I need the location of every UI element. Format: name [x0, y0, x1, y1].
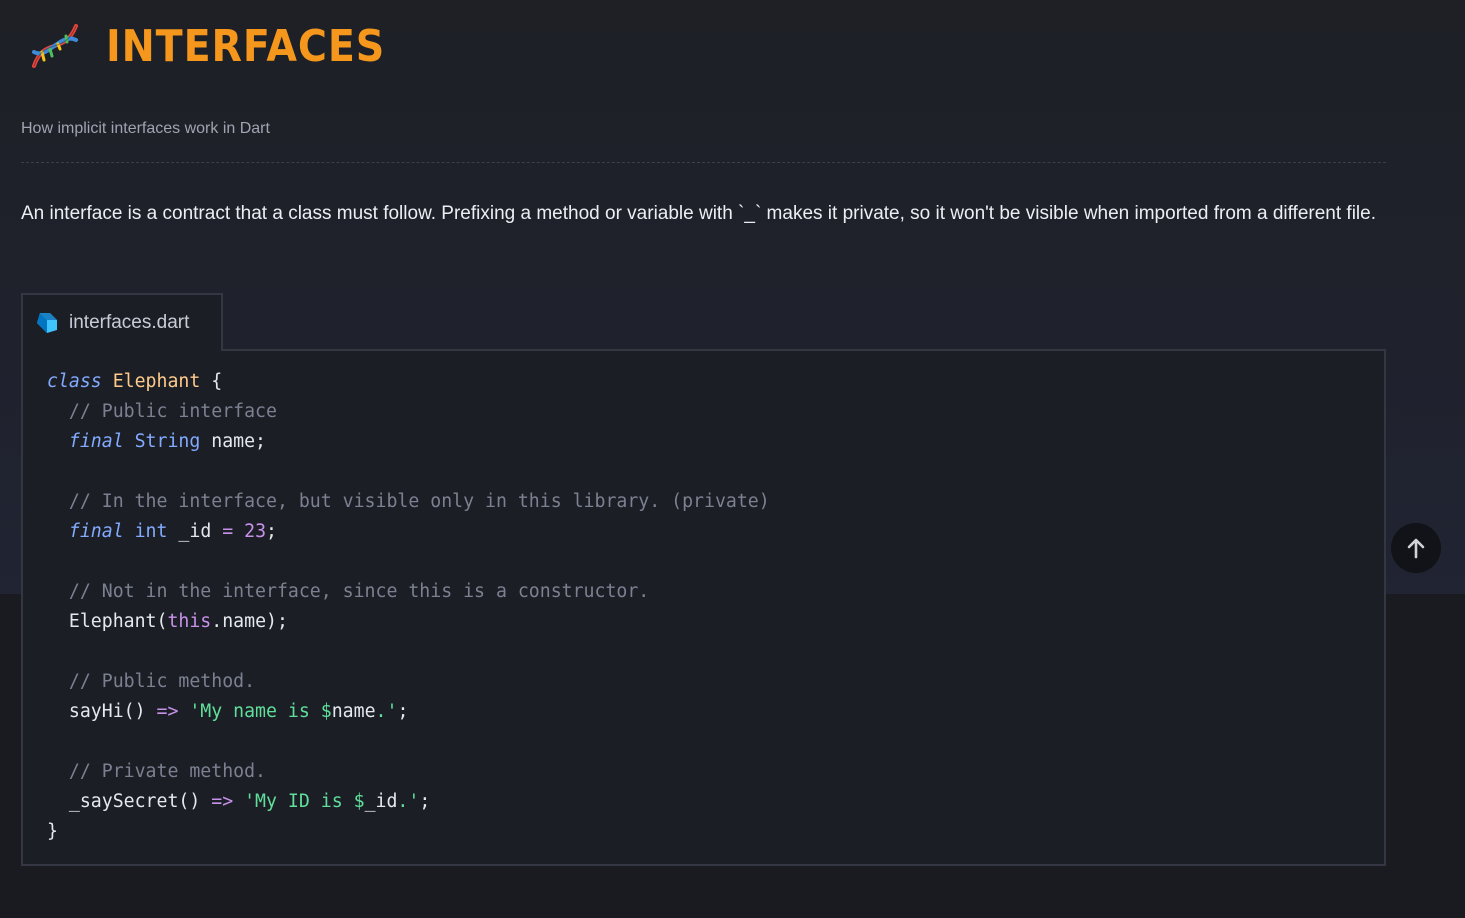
code-line: class Elephant { — [47, 367, 770, 397]
scroll-to-top-button[interactable] — [1391, 523, 1441, 573]
code-token: 'My name is — [189, 701, 321, 722]
page-description: An interface is a contract that a class … — [21, 203, 1376, 224]
code-token: $ — [320, 701, 332, 722]
page-header: INTERFACES — [24, 14, 416, 78]
code-token: // Private method. — [47, 761, 266, 782]
arrow-up-icon — [1407, 538, 1425, 559]
code-line: Elephant(this.name); — [47, 607, 770, 637]
code-line: _saySecret() => 'My ID is $_id.'; — [47, 787, 770, 817]
code-token: = — [222, 521, 234, 542]
code-line: // Public interface — [47, 397, 770, 427]
code-token: _saySecret() — [47, 791, 212, 812]
code-token: { — [200, 371, 223, 392]
code-token: // Public interface — [47, 401, 277, 422]
code-token: Elephant( — [47, 611, 168, 632]
code-token: name — [331, 701, 376, 722]
code-line: // In the interface, but visible only in… — [47, 487, 770, 517]
code-token: => — [211, 791, 234, 812]
section-divider — [21, 162, 1386, 163]
code-token: } — [47, 821, 58, 842]
code-line: // Private method. — [47, 757, 770, 787]
page-title: INTERFACES — [106, 20, 386, 72]
code-token: ; — [397, 701, 409, 722]
code-token: ; — [419, 791, 431, 812]
code-filename: interfaces.dart — [69, 312, 190, 333]
code-token: final — [68, 521, 124, 542]
code-token: final — [68, 431, 124, 452]
code-token: // Not in the interface, since this is a… — [47, 581, 650, 602]
code-token: ; — [266, 521, 277, 542]
code-token: class — [47, 371, 102, 392]
code-line: // Public method. — [47, 667, 770, 697]
code-token: String — [134, 431, 201, 452]
code-line: } — [47, 817, 770, 847]
code-token: _id — [167, 521, 223, 542]
code-line: sayHi() => 'My name is $name.'; — [47, 697, 770, 727]
code-token: $ — [353, 791, 365, 812]
code-file-tab[interactable]: interfaces.dart — [21, 293, 223, 351]
code-line: // Not in the interface, since this is a… — [47, 577, 770, 607]
dna-icon — [32, 24, 78, 68]
code-content: class Elephant { // Public interface fin… — [47, 367, 770, 847]
code-token: 23 — [244, 521, 267, 542]
code-token: int — [134, 521, 168, 542]
code-block: class Elephant { // Public interface fin… — [21, 349, 1386, 866]
code-token: Elephant — [112, 371, 201, 392]
code-token: name; — [200, 431, 267, 452]
dart-logo-icon — [37, 313, 57, 333]
code-token: this — [167, 611, 212, 632]
code-token: .' — [397, 791, 420, 812]
code-token: .' — [375, 701, 398, 722]
code-token: sayHi() — [47, 701, 157, 722]
code-token: // In the interface, but visible only in… — [47, 491, 770, 512]
code-token: 'My ID is — [244, 791, 354, 812]
code-line: final String name; — [47, 427, 770, 457]
code-token: // Public method. — [47, 671, 256, 692]
code-token: _id — [364, 791, 398, 812]
code-token: .name); — [211, 611, 288, 632]
code-token: => — [156, 701, 179, 722]
code-line: final int _id = 23; — [47, 517, 770, 547]
page-subtitle: How implicit interfaces work in Dart — [21, 120, 270, 137]
